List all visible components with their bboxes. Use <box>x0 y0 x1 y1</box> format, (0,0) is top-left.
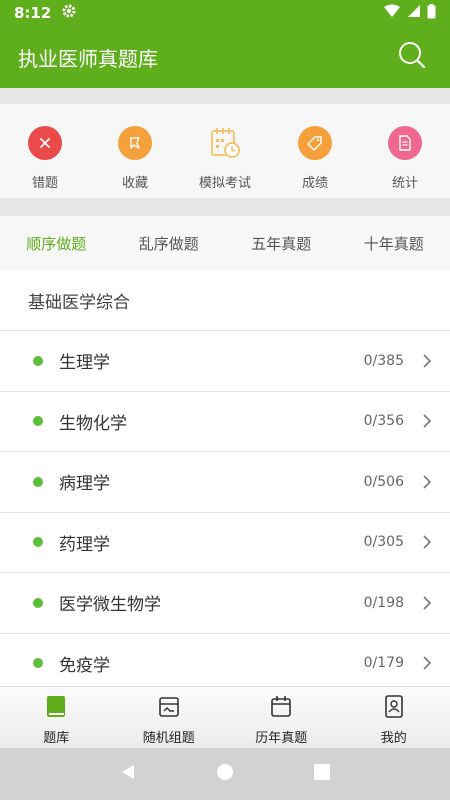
subject-progress: 0/506 <box>363 473 404 490</box>
tab-five-year[interactable]: 五年真题 <box>225 233 338 254</box>
subject-name: 病理学 <box>59 474 110 495</box>
nav-item-random-quiz[interactable]: 随机组题 <box>113 687 226 748</box>
status-dot <box>33 416 43 427</box>
back-triangle-icon <box>119 763 137 785</box>
list-item[interactable]: 生物化学 0/356 <box>0 392 450 452</box>
quick-action-label: 统计 <box>391 176 418 191</box>
status-bar: 8:12 <box>0 0 450 26</box>
status-dot <box>33 476 43 487</box>
home-circle-icon <box>216 763 234 785</box>
nav-label: 我的 <box>380 731 407 746</box>
status-time: 8:12 <box>14 4 52 22</box>
quick-action-mock-exam[interactable]: 模拟考试 <box>180 104 270 198</box>
quick-action-label: 模拟考试 <box>198 176 251 191</box>
quick-action-scores[interactable]: 成绩 <box>270 104 360 198</box>
subject-progress: 0/305 <box>363 534 404 551</box>
tab-random[interactable]: 乱序做题 <box>113 233 226 254</box>
subject-list: 基础医学综合 生理学 0/385 生物化学 0/356 病理学 0/506 药理… <box>0 270 450 686</box>
quick-actions-panel: 错题 收藏 模拟考试 成绩 统计 <box>0 104 450 198</box>
quick-action-label: 收藏 <box>121 176 148 191</box>
status-dot <box>33 658 43 669</box>
divider-band <box>0 88 450 104</box>
back-button[interactable] <box>113 759 143 789</box>
signal-icon <box>407 4 421 22</box>
nav-label: 随机组题 <box>142 731 195 746</box>
battery-icon <box>427 3 436 23</box>
status-dot <box>33 537 43 548</box>
document-icon <box>388 126 422 160</box>
nav-item-past-exams[interactable]: 历年真题 <box>225 687 338 748</box>
nav-item-question-bank[interactable]: 题库 <box>0 687 113 748</box>
tab-ten-year[interactable]: 十年真题 <box>338 233 450 254</box>
calendar-icon <box>270 695 292 723</box>
recents-button[interactable] <box>307 759 337 789</box>
list-item[interactable]: 病理学 0/506 <box>0 452 450 513</box>
subject-progress: 0/198 <box>363 594 404 611</box>
quick-action-label: 错题 <box>31 176 58 191</box>
status-dot <box>33 355 43 366</box>
bottom-nav: 题库 随机组题 历年真题 我的 <box>0 686 450 748</box>
subject-progress: 0/179 <box>363 655 404 672</box>
status-dot <box>33 597 43 608</box>
chevron-right-icon <box>422 413 450 429</box>
app-bar: 执业医师真题库 <box>0 26 450 88</box>
section-title: 基础医学综合 <box>0 270 450 331</box>
bookmark-icon <box>118 126 152 160</box>
book-icon <box>45 695 67 723</box>
quick-action-statistics[interactable]: 统计 <box>360 104 450 198</box>
chevron-right-icon <box>422 534 450 550</box>
nav-label: 题库 <box>43 731 70 746</box>
quick-action-favorites[interactable]: 收藏 <box>90 104 180 198</box>
subject-progress: 0/385 <box>363 352 404 369</box>
quick-action-wrong-questions[interactable]: 错题 <box>0 104 90 198</box>
close-icon <box>28 126 62 160</box>
search-button[interactable] <box>392 37 432 77</box>
settings-gear-icon <box>61 3 77 23</box>
nav-label: 历年真题 <box>255 731 308 746</box>
chevron-right-icon <box>422 474 450 490</box>
chevron-right-icon <box>422 353 450 369</box>
tag-icon <box>298 126 332 160</box>
chevron-right-icon <box>422 655 450 671</box>
mode-tabs: 顺序做题 乱序做题 五年真题 十年真题 <box>0 216 450 270</box>
subject-name: 免疫学 <box>59 655 110 676</box>
quick-action-label: 成绩 <box>301 176 328 191</box>
home-button[interactable] <box>210 759 240 789</box>
contact-book-icon <box>383 695 405 723</box>
calendar-clock-icon <box>208 126 242 160</box>
list-item[interactable]: 医学微生物学 0/198 <box>0 573 450 634</box>
recents-square-icon <box>313 763 331 785</box>
subject-name: 生物化学 <box>59 413 127 434</box>
list-item[interactable]: 生理学 0/385 <box>0 331 450 392</box>
subject-name: 医学微生物学 <box>59 595 161 616</box>
nav-item-profile[interactable]: 我的 <box>338 687 450 748</box>
list-item[interactable]: 免疫学 0/179 <box>0 634 450 687</box>
card-icon <box>158 695 180 723</box>
list-item[interactable]: 药理学 0/305 <box>0 513 450 573</box>
page-title: 执业医师真题库 <box>18 46 158 71</box>
tab-sequential[interactable]: 顺序做题 <box>0 233 113 254</box>
search-icon <box>397 40 427 74</box>
subject-name: 药理学 <box>59 534 110 555</box>
subject-name: 生理学 <box>59 353 110 374</box>
system-nav-bar <box>0 748 450 800</box>
wifi-icon <box>383 4 401 22</box>
chevron-right-icon <box>422 595 450 611</box>
divider-band <box>0 198 450 216</box>
subject-progress: 0/356 <box>363 413 404 430</box>
